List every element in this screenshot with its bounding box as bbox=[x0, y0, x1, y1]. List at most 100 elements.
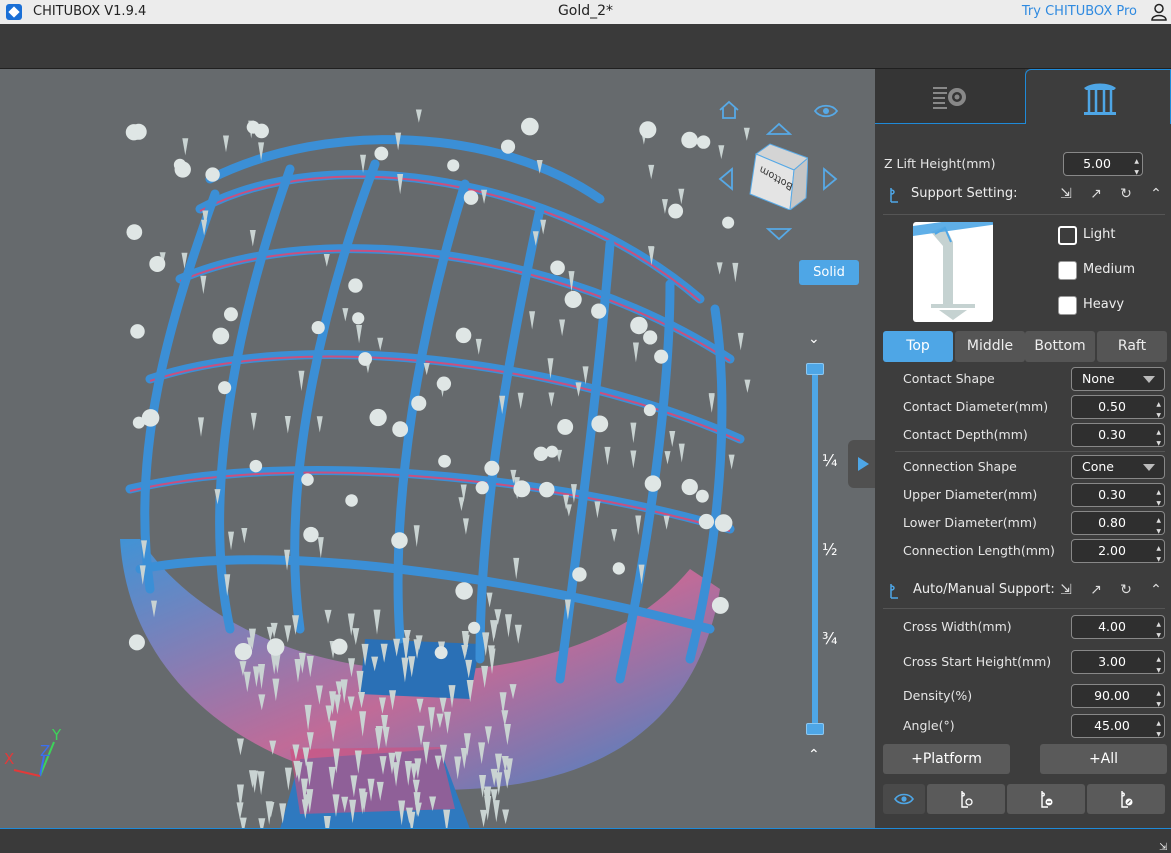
support-contact-point[interactable] bbox=[212, 327, 230, 345]
support-contact-point[interactable] bbox=[447, 159, 460, 172]
support-spike[interactable] bbox=[635, 515, 642, 536]
support-contact-point[interactable] bbox=[392, 421, 409, 438]
support-contact-point[interactable] bbox=[557, 419, 574, 435]
try-pro-link[interactable]: Try CHITUBOX Pro bbox=[1022, 4, 1137, 19]
contact-diameter-input[interactable]: 0.50 bbox=[1071, 394, 1165, 427]
panel-collapse-button[interactable] bbox=[848, 440, 876, 488]
reset-icon[interactable]: ↻ bbox=[1117, 581, 1135, 599]
support-contact-point[interactable] bbox=[714, 514, 733, 532]
support-spike[interactable] bbox=[632, 342, 639, 363]
user-icon[interactable] bbox=[1151, 3, 1167, 21]
support-contact-point[interactable] bbox=[500, 139, 516, 154]
support-contact-point[interactable] bbox=[455, 327, 472, 344]
support-spike[interactable] bbox=[462, 518, 469, 535]
add-platform-supports-button[interactable]: +Platform bbox=[883, 744, 1010, 774]
support-contact-point[interactable] bbox=[391, 532, 408, 549]
angle-input[interactable]: 45.00 bbox=[1071, 713, 1165, 746]
support-spike[interactable] bbox=[663, 515, 670, 530]
support-spike[interactable] bbox=[316, 416, 323, 433]
support-spike[interactable] bbox=[630, 422, 637, 444]
support-spike[interactable] bbox=[559, 319, 566, 337]
support-contact-point[interactable] bbox=[205, 167, 220, 182]
support-contact-point[interactable] bbox=[128, 634, 145, 651]
segment-top[interactable]: Top bbox=[883, 331, 953, 362]
support-contact-point[interactable] bbox=[411, 395, 427, 411]
segment-bottom[interactable]: Bottom bbox=[1025, 331, 1095, 362]
arrow-left-icon[interactable] bbox=[718, 167, 734, 194]
support-spike[interactable] bbox=[630, 450, 637, 469]
preset-heavy-checkbox[interactable] bbox=[1058, 296, 1077, 315]
support-contact-point[interactable] bbox=[521, 117, 539, 136]
support-contact-point[interactable] bbox=[254, 123, 269, 139]
support-contact-point[interactable] bbox=[722, 216, 735, 229]
support-spike[interactable] bbox=[504, 614, 512, 638]
segment-middle[interactable]: Middle bbox=[955, 331, 1025, 362]
support-spike[interactable] bbox=[743, 127, 750, 141]
support-contact-point[interactable] bbox=[612, 562, 625, 575]
support-spike[interactable] bbox=[517, 392, 524, 410]
support-contact-point[interactable] bbox=[301, 473, 314, 486]
connection-length-input[interactable]: 2.00 bbox=[1071, 538, 1165, 571]
support-contact-point[interactable] bbox=[266, 638, 285, 656]
arrow-right-icon[interactable] bbox=[822, 167, 838, 194]
support-spike[interactable] bbox=[744, 379, 751, 393]
support-contact-point[interactable] bbox=[539, 481, 555, 498]
support-spike[interactable] bbox=[708, 394, 715, 413]
support-contact-point[interactable] bbox=[696, 135, 711, 149]
contact-shape-select[interactable]: None bbox=[1071, 367, 1165, 391]
support-spike[interactable] bbox=[284, 416, 291, 434]
support-spike[interactable] bbox=[222, 135, 229, 153]
support-contact-point[interactable] bbox=[572, 567, 587, 582]
reset-icon[interactable]: ↻ bbox=[1117, 185, 1135, 203]
support-spike[interactable] bbox=[373, 609, 381, 635]
cross-width-input[interactable]: 4.00 bbox=[1071, 614, 1165, 647]
support-contact-point[interactable] bbox=[130, 123, 147, 140]
solid-render-button[interactable]: Solid bbox=[799, 260, 859, 285]
support-spike[interactable] bbox=[342, 308, 349, 322]
support-spike[interactable] bbox=[718, 145, 725, 160]
support-contact-point[interactable] bbox=[331, 638, 348, 655]
preset-medium[interactable]: Medium bbox=[1058, 259, 1171, 281]
resize-grip-icon[interactable]: ⇲ bbox=[1159, 842, 1169, 853]
support-spike[interactable] bbox=[397, 173, 404, 195]
tab-supports[interactable] bbox=[1025, 69, 1171, 124]
support-spike[interactable] bbox=[582, 366, 589, 385]
support-spike[interactable] bbox=[716, 262, 723, 275]
z-lift-input[interactable]: 5.00 bbox=[1063, 151, 1143, 184]
support-contact-point[interactable] bbox=[643, 330, 658, 345]
preset-light[interactable]: Light bbox=[1058, 224, 1171, 246]
support-spike[interactable] bbox=[413, 525, 420, 548]
support-contact-point[interactable] bbox=[249, 459, 263, 473]
support-contact-point[interactable] bbox=[681, 478, 698, 496]
support-spike[interactable] bbox=[669, 431, 676, 447]
support-spike[interactable] bbox=[502, 809, 510, 825]
support-contact-point[interactable] bbox=[639, 121, 657, 139]
preset-medium-checkbox[interactable] bbox=[1058, 261, 1077, 280]
import-icon[interactable]: ⇲ bbox=[1057, 185, 1075, 203]
support-spike[interactable] bbox=[241, 527, 248, 544]
support-spike[interactable] bbox=[284, 767, 292, 791]
support-spike[interactable] bbox=[323, 253, 330, 267]
support-contact-point[interactable] bbox=[149, 255, 166, 272]
collapse-icon[interactable]: ⌃ bbox=[1147, 185, 1165, 203]
add-all-supports-button[interactable]: +All bbox=[1040, 744, 1167, 774]
support-contact-point[interactable] bbox=[643, 404, 656, 417]
support-spike[interactable] bbox=[257, 771, 265, 796]
home-view-icon[interactable] bbox=[718, 100, 740, 123]
support-contact-point[interactable] bbox=[630, 316, 648, 335]
support-contact-point[interactable] bbox=[711, 596, 729, 614]
support-spike[interactable] bbox=[594, 501, 601, 519]
support-contact-point[interactable] bbox=[455, 582, 473, 600]
support-spike[interactable] bbox=[415, 109, 422, 123]
support-contact-point[interactable] bbox=[533, 446, 549, 462]
support-contact-point[interactable] bbox=[591, 415, 609, 433]
support-contact-point[interactable] bbox=[436, 376, 452, 391]
arrow-down-icon[interactable] bbox=[765, 224, 793, 244]
support-spike[interactable] bbox=[648, 164, 655, 180]
lower-diameter-input[interactable]: 0.80 bbox=[1071, 510, 1165, 543]
density-input[interactable]: 90.00 bbox=[1071, 683, 1165, 716]
preset-heavy[interactable]: Heavy bbox=[1058, 294, 1171, 316]
add-support-tool[interactable] bbox=[927, 784, 1005, 814]
connection-shape-select[interactable]: Cone bbox=[1071, 455, 1165, 479]
support-spike[interactable] bbox=[611, 529, 618, 543]
